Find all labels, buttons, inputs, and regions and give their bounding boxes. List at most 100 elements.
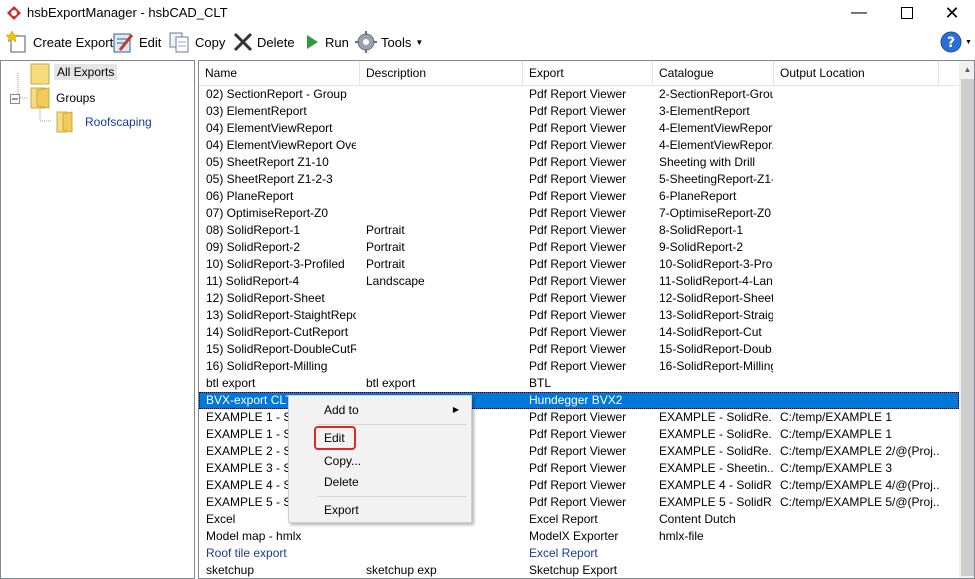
cell-name: btl export	[206, 376, 256, 390]
cell-description	[366, 528, 521, 545]
menu-label-copy: Copy...	[324, 454, 362, 468]
column-header-catalogue[interactable]: Catalogue	[653, 61, 774, 85]
menu-label-export: Export	[324, 503, 359, 517]
cell-description	[366, 154, 521, 171]
cell-catalogue: Content Dutch	[659, 512, 736, 526]
column-header-description[interactable]: Description	[360, 61, 523, 85]
table-row[interactable]: 03) ElementReport Pdf Report Viewer 3-Elem…	[199, 103, 959, 120]
cell-description: Portrait	[366, 240, 405, 254]
cell-description	[366, 545, 521, 562]
cell-catalogue: 5-SheetingReport-Z1-3	[659, 172, 773, 186]
menu-item-add-to[interactable]: Add to ▶	[289, 399, 469, 421]
vertical-scrollbar[interactable]: ▲	[959, 61, 974, 578]
create-export-button[interactable]: Create Export	[6, 29, 113, 55]
table-row[interactable]: 11) SolidReport-4 Landscape Pdf Report Vie…	[199, 273, 959, 290]
cell-catalogue: Sheeting with Drill	[659, 155, 756, 169]
column-header-name[interactable]: Name	[199, 61, 360, 85]
column-header-export[interactable]: Export	[523, 61, 653, 85]
table-row[interactable]: 06) PlaneReport Pdf Report Viewer 6-PlaneR…	[199, 188, 959, 205]
table-row[interactable]: sketchup sketchup exp Sketchup Export	[199, 562, 959, 578]
cell-name: 10) SolidReport-3-Profiled	[206, 257, 345, 271]
run-button[interactable]: Run	[302, 29, 349, 55]
tools-label: Tools	[381, 34, 412, 50]
maximize-icon	[901, 7, 913, 19]
export-tree-panel: All Exports Groups Roofscaping	[0, 60, 195, 579]
menu-item-export[interactable]: Export	[289, 499, 469, 521]
close-window-button[interactable]: ✕	[929, 0, 975, 26]
cell-name: 07) OptimiseReport-Z0	[206, 206, 329, 220]
cell-catalogue	[659, 562, 773, 578]
edit-button[interactable]: Edit	[112, 29, 161, 55]
table-row[interactable]: 04) ElementViewReport Overv... Pdf Report…	[199, 137, 959, 154]
table-row[interactable]: btl export btl export BTL	[199, 375, 959, 392]
cell-name: 02) SectionReport - Group	[206, 87, 347, 101]
table-row[interactable]: 07) OptimiseReport-Z0 Pdf Report Viewer 7-…	[199, 205, 959, 222]
cell-name: 08) SolidReport-1	[206, 223, 301, 237]
chevron-down-icon: ▼	[415, 37, 424, 47]
cell-catalogue: 4-ElementViewRepor...	[659, 138, 773, 152]
delete-x-icon	[233, 32, 253, 52]
menu-item-delete[interactable]: Delete	[289, 471, 469, 493]
cell-description: Portrait	[366, 257, 405, 271]
cell-output: C:/temp/EXAMPLE 1	[780, 410, 893, 424]
help-icon: ?	[940, 31, 962, 53]
table-row[interactable]: 10) SolidReport-3-Profiled Portrait Pdf Re…	[199, 256, 959, 273]
cell-name: 16) SolidReport-Milling	[206, 359, 328, 373]
cell-output: C:/temp/EXAMPLE 3	[780, 461, 893, 475]
close-icon: ✕	[944, 3, 960, 23]
menu-separator	[317, 496, 467, 497]
table-row[interactable]: 16) SolidReport-Milling Pdf Report Viewer…	[199, 358, 959, 375]
table-row[interactable]: 05) SheetReport Z1-10 Pdf Report Viewer Sh…	[199, 154, 959, 171]
scrollbar-thumb[interactable]	[961, 79, 974, 576]
menu-item-copy[interactable]: Copy...	[289, 450, 469, 472]
cell-export: Pdf Report Viewer	[529, 104, 627, 118]
table-row[interactable]: 04) ElementViewReport Pdf Report Viewer 4-…	[199, 120, 959, 137]
context-menu: Add to ▶ Edit Copy... Delete Export	[288, 395, 472, 523]
cell-catalogue: EXAMPLE - SolidRe...	[659, 410, 773, 424]
run-label: Run	[325, 34, 349, 50]
cell-description	[366, 188, 521, 205]
table-row[interactable]: 08) SolidReport-1 Portrait Pdf Report View…	[199, 222, 959, 239]
cell-catalogue: EXAMPLE - SolidRe...	[659, 427, 773, 441]
table-row[interactable]: 14) SolidReport-CutReport Pdf Report View…	[199, 324, 959, 341]
scroll-up-arrow-icon[interactable]: ▲	[959, 61, 974, 78]
new-document-icon	[6, 31, 26, 53]
copy-label: Copy	[195, 34, 226, 50]
cell-name: 11) SolidReport-4	[206, 274, 300, 288]
table-row[interactable]: 05) SheetReport Z1-2-3 Pdf Report Viewer 5…	[199, 171, 959, 188]
cell-export: Pdf Report Viewer	[529, 189, 627, 203]
table-row[interactable]: 15) SolidReport-DoubleCutRe... Pdf Report…	[199, 341, 959, 358]
maximize-button[interactable]	[884, 0, 930, 26]
cell-description	[366, 307, 521, 324]
minus-box-icon	[10, 94, 20, 104]
submenu-arrow-icon: ▶	[452, 405, 459, 414]
cell-catalogue: 16-SolidReport-Milling	[659, 359, 773, 373]
cell-name: 12) SolidReport-Sheet	[206, 291, 325, 305]
cell-catalogue: EXAMPLE 5 - SolidR...	[659, 495, 773, 509]
cell-description	[366, 205, 521, 222]
tools-menu-button[interactable]: Tools ▼	[354, 29, 423, 55]
column-header-output-location[interactable]: Output Location	[774, 61, 939, 85]
table-row[interactable]: Roof tile export Excel Report	[199, 545, 959, 562]
cell-export: Pdf Report Viewer	[529, 206, 627, 220]
cell-description: sketchup exp	[366, 563, 437, 577]
folder-icon	[30, 63, 50, 85]
minimize-button[interactable]: —	[836, 0, 882, 26]
cell-output	[780, 86, 940, 103]
delete-button[interactable]: Delete	[232, 29, 295, 55]
cell-export: Pdf Report Viewer	[529, 291, 627, 305]
help-button[interactable]: ? ▼	[940, 29, 972, 55]
table-row[interactable]: Model map - hmlx ModelX Exporter hmlx-file	[199, 528, 959, 545]
tree-label-groups: Groups	[56, 91, 96, 105]
menu-label-delete: Delete	[324, 475, 359, 489]
cell-name: Roof tile export	[206, 546, 287, 560]
table-row[interactable]: 02) SectionReport - Group Pdf Report View…	[199, 86, 959, 103]
cell-output	[780, 171, 940, 188]
tree-collapse-toggle[interactable]	[10, 93, 20, 104]
table-row[interactable]: 13) SolidReport-StaightReport Pdf Report …	[199, 307, 959, 324]
cell-output: C:/temp/EXAMPLE 4/@(Proj...	[780, 478, 940, 492]
table-row[interactable]: 09) SolidReport-2 Portrait Pdf Report View…	[199, 239, 959, 256]
table-row[interactable]: 12) SolidReport-Sheet Pdf Report Viewer 12…	[199, 290, 959, 307]
cell-output	[780, 511, 940, 528]
copy-button[interactable]: Copy	[168, 29, 225, 55]
